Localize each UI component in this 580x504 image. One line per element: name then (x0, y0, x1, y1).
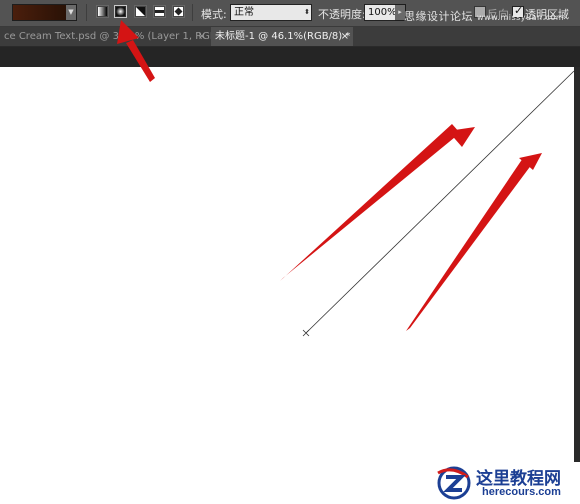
red-arrow-icon (117, 20, 139, 44)
red-arrow-icon (406, 158, 532, 331)
gradient-drag-line (305, 70, 575, 334)
annotation-overlay (117, 20, 575, 337)
crosshair-icon (302, 329, 310, 337)
red-arrow-icon (280, 124, 460, 281)
logo-icon (437, 466, 471, 500)
red-arrow-icon (126, 40, 155, 82)
site-logo: 这里教程网 herecours.com (432, 462, 580, 504)
logo-url-text: herecours.com (482, 486, 561, 498)
